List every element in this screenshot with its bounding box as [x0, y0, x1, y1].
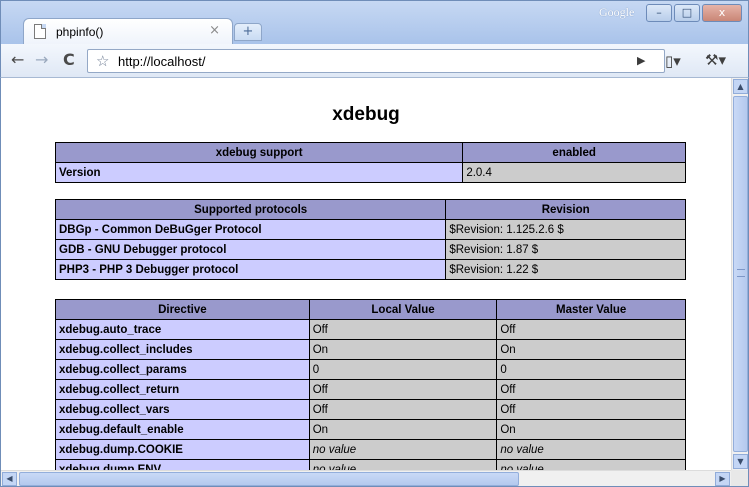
value-cell: On	[308, 419, 498, 440]
wrench-menu-icon[interactable]: ⚒▾	[705, 51, 726, 69]
table-row: xdebug.collect_return Off Off	[55, 379, 686, 400]
scroll-up-icon[interactable]: ▲	[733, 79, 748, 94]
table-header-row: Supported protocols Revision	[54, 199, 686, 220]
page-menu-icon[interactable]: ▯▾	[665, 52, 681, 70]
reload-icon[interactable]: C	[63, 51, 75, 69]
value-cell: Off	[496, 319, 686, 340]
value-cell: Off	[496, 379, 686, 400]
key-cell: PHP3 - PHP 3 Debugger protocol	[54, 259, 447, 280]
address-bar[interactable]: ☆ http://localhost/	[87, 49, 665, 73]
key-cell: DBGp - Common DeBuGger Protocol	[54, 219, 447, 240]
table-row: xdebug.collect_params 0 0	[55, 359, 686, 380]
value-cell: no value	[308, 439, 498, 460]
tab-close-icon[interactable]: ×	[209, 23, 220, 38]
table-row: PHP3 - PHP 3 Debugger protocol $Revision…	[54, 259, 686, 280]
header-cell: xdebug support	[54, 142, 464, 163]
table-row: xdebug.collect_includes On On	[55, 339, 686, 360]
minimize-button[interactable]: –	[646, 4, 672, 22]
tab-phpinfo[interactable]: phpinfo() ×	[23, 18, 233, 46]
key-cell: xdebug.collect_includes	[55, 339, 310, 360]
key-cell: xdebug.default_enable	[55, 419, 310, 440]
address-text[interactable]: http://localhost/	[118, 54, 205, 69]
value-cell: Off	[308, 379, 498, 400]
table-header-row: xdebug support enabled	[54, 142, 686, 163]
table-row: xdebug.dump.COOKIE no value no value	[55, 439, 686, 460]
header-cell: Supported protocols	[54, 199, 447, 220]
tab-title: phpinfo()	[56, 25, 104, 39]
go-icon[interactable]: ▶	[637, 54, 645, 67]
value-cell: Off	[308, 319, 498, 340]
table-header-row: Directive Local Value Master Value	[55, 299, 686, 320]
close-window-button[interactable]: x	[702, 4, 742, 22]
xdebug-support-table: xdebug support enabled Version 2.0.4	[54, 142, 686, 183]
value-cell: no value	[496, 439, 686, 460]
table-row: DBGp - Common DeBuGger Protocol $Revisio…	[54, 219, 686, 240]
header-cell: Revision	[445, 199, 686, 220]
horizontal-scroll-thumb[interactable]	[19, 472, 519, 486]
vertical-scroll-thumb[interactable]	[733, 96, 748, 452]
key-cell: xdebug.auto_trace	[55, 319, 310, 340]
scroll-right-icon[interactable]: ▶	[715, 472, 730, 486]
new-tab-button[interactable]: +	[234, 23, 262, 41]
forward-icon[interactable]: →	[35, 51, 48, 69]
value-cell: Off	[308, 399, 498, 420]
header-cell: enabled	[462, 142, 686, 163]
key-cell: xdebug.collect_params	[55, 359, 310, 380]
value-cell: $Revision: 1.87 $	[445, 239, 686, 260]
table-row: xdebug.collect_vars Off Off	[55, 399, 686, 420]
table-row: Version 2.0.4	[54, 162, 686, 183]
bookmark-star-icon[interactable]: ☆	[96, 52, 109, 70]
value-cell: 2.0.4	[462, 162, 686, 183]
page-title: xdebug	[332, 104, 400, 125]
table-row: GDB - GNU Debugger protocol $Revision: 1…	[54, 239, 686, 260]
value-cell: 0	[496, 359, 686, 380]
header-cell: Directive	[55, 299, 310, 320]
protocols-table: Supported protocols Revision DBGp - Comm…	[54, 199, 686, 280]
maximize-button[interactable]: □	[674, 4, 700, 22]
browser-toolbar: ← → C ☆ http://localhost/ ▶ ▯▾ ⚒▾	[0, 44, 749, 78]
header-cell: Master Value	[496, 299, 686, 320]
table-row: xdebug.default_enable On On	[55, 419, 686, 440]
scroll-grip-icon	[737, 269, 745, 277]
directive-table: Directive Local Value Master Value xdebu…	[55, 299, 686, 480]
value-cell: On	[308, 339, 498, 360]
key-cell: Version	[54, 162, 464, 183]
value-cell: $Revision: 1.22 $	[445, 259, 686, 280]
brand-label: Google	[599, 5, 635, 19]
window-titlebar: phpinfo() × + Google – □ x	[0, 0, 749, 46]
scroll-corner	[731, 470, 748, 486]
vertical-scrollbar[interactable]: ▲ ▼	[731, 78, 748, 470]
value-cell: $Revision: 1.125.2.6 $	[445, 219, 686, 240]
key-cell: xdebug.collect_vars	[55, 399, 310, 420]
key-cell: xdebug.collect_return	[55, 379, 310, 400]
value-cell: Off	[496, 399, 686, 420]
page-icon	[34, 24, 46, 39]
table-row: xdebug.auto_trace Off Off	[55, 319, 686, 340]
header-cell: Local Value	[308, 299, 498, 320]
scroll-left-icon[interactable]: ◀	[2, 472, 17, 486]
page-viewport: xdebug xdebug support enabled Version 2.…	[0, 78, 749, 487]
back-icon[interactable]: ←	[11, 51, 24, 69]
value-cell: 0	[308, 359, 498, 380]
value-cell: On	[496, 339, 686, 360]
scroll-down-icon[interactable]: ▼	[733, 454, 748, 469]
horizontal-scrollbar[interactable]: ◀ ▶	[1, 470, 731, 486]
key-cell: xdebug.dump.COOKIE	[55, 439, 310, 460]
value-cell: On	[496, 419, 686, 440]
key-cell: GDB - GNU Debugger protocol	[54, 239, 447, 260]
